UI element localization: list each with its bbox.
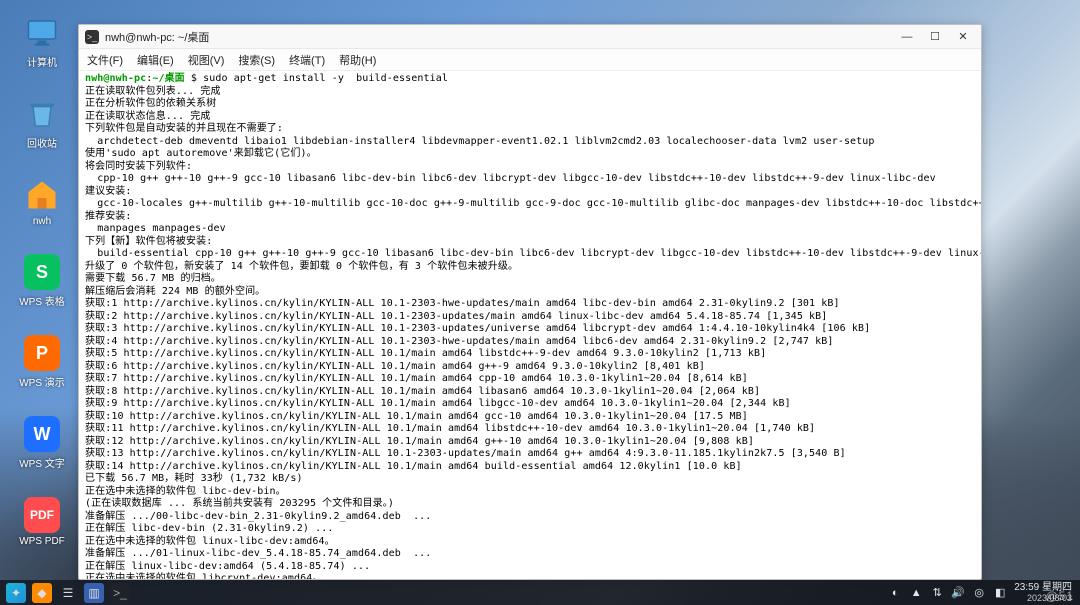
menu-terminal[interactable]: 终端(T) <box>289 52 325 68</box>
desktop-icon-computer[interactable]: 计算机 <box>18 14 66 69</box>
desktop-icon-wps-spreadsheet[interactable]: S WPS 表格 <box>18 253 66 308</box>
desktop-icon-wps-pdf[interactable]: PDF WPS PDF <box>18 496 66 547</box>
desktop-icon-label: nwh <box>33 216 51 227</box>
desktop-icons: 计算机 回收站 nwh S WPS 表格 P WPS 演示 W WPS 文字 P… <box>18 14 66 547</box>
desktop-icon-label: WPS 文字 <box>19 455 65 470</box>
menu-file[interactable]: 文件(F) <box>87 52 123 68</box>
window-controls: — ☐ ✕ <box>893 25 977 49</box>
watermark: @51 <box>1045 589 1074 603</box>
trash-icon <box>23 95 61 133</box>
terminal-window: >_ nwh@nwh-pc: ~/桌面 — ☐ ✕ 文件(F) 编辑(E) 视图… <box>78 24 982 580</box>
wps-pdf-icon: PDF <box>24 497 60 533</box>
menu-bar: 文件(F) 编辑(E) 视图(V) 搜索(S) 终端(T) 帮助(H) <box>79 49 981 71</box>
desktop-icon-wps-presentation[interactable]: P WPS 演示 <box>18 334 66 389</box>
tray-volume-icon[interactable]: 🔊 <box>951 586 965 600</box>
title-bar[interactable]: >_ nwh@nwh-pc: ~/桌面 — ☐ ✕ <box>79 25 981 49</box>
taskbar: ✦ ◆ ☰ ▥ >_ ◐ ▲ ⇅ 🔊 ◎ ◧ 23:59 星期四 2023/08… <box>0 580 1080 605</box>
desktop-icon-trash[interactable]: 回收站 <box>18 95 66 150</box>
taskbar-terminal[interactable]: >_ <box>110 583 130 603</box>
menu-help[interactable]: 帮助(H) <box>339 52 376 68</box>
home-folder-icon <box>23 176 61 214</box>
computer-icon <box>23 14 61 52</box>
terminal-output[interactable]: nwh@nwh-pc:~/桌面 $ sudo apt-get install -… <box>79 71 981 579</box>
menu-edit[interactable]: 编辑(E) <box>137 52 174 68</box>
window-title: nwh@nwh-pc: ~/桌面 <box>105 29 209 45</box>
wps-writer-icon: W <box>24 416 60 452</box>
start-button[interactable]: ✦ <box>6 583 26 603</box>
taskbar-app-1[interactable]: ◆ <box>32 583 52 603</box>
taskbar-file-manager[interactable]: ▥ <box>84 583 104 603</box>
title-left: >_ nwh@nwh-pc: ~/桌面 <box>85 29 209 45</box>
menu-view[interactable]: 视图(V) <box>188 52 225 68</box>
menu-search[interactable]: 搜索(S) <box>238 52 275 68</box>
desktop-icon-label: WPS 演示 <box>19 374 65 389</box>
tray-icon-2[interactable]: ▲ <box>909 586 923 600</box>
desktop-icon-home[interactable]: nwh <box>18 176 66 227</box>
terminal-app-icon: >_ <box>85 30 99 44</box>
wps-spreadsheet-icon: S <box>24 254 60 290</box>
desktop-icon-label: WPS 表格 <box>19 293 65 308</box>
tray-icon-1[interactable]: ◐ <box>888 586 902 600</box>
tray-network-icon[interactable]: ⇅ <box>930 586 944 600</box>
desktop-icon-wps-writer[interactable]: W WPS 文字 <box>18 415 66 470</box>
maximize-button[interactable]: ☐ <box>921 25 949 49</box>
taskbar-left: ✦ ◆ ☰ ▥ >_ <box>2 583 130 603</box>
minimize-button[interactable]: — <box>893 25 921 49</box>
desktop-icon-label: 计算机 <box>27 54 57 69</box>
desktop-icon-label: WPS PDF <box>19 536 65 547</box>
wps-presentation-icon: P <box>24 335 60 371</box>
tray-input-icon[interactable]: ◧ <box>993 586 1007 600</box>
close-button[interactable]: ✕ <box>949 25 977 49</box>
taskbar-app-2[interactable]: ☰ <box>58 583 78 603</box>
tray-notification-icon[interactable]: ◎ <box>972 586 986 600</box>
desktop-icon-label: 回收站 <box>27 135 57 150</box>
